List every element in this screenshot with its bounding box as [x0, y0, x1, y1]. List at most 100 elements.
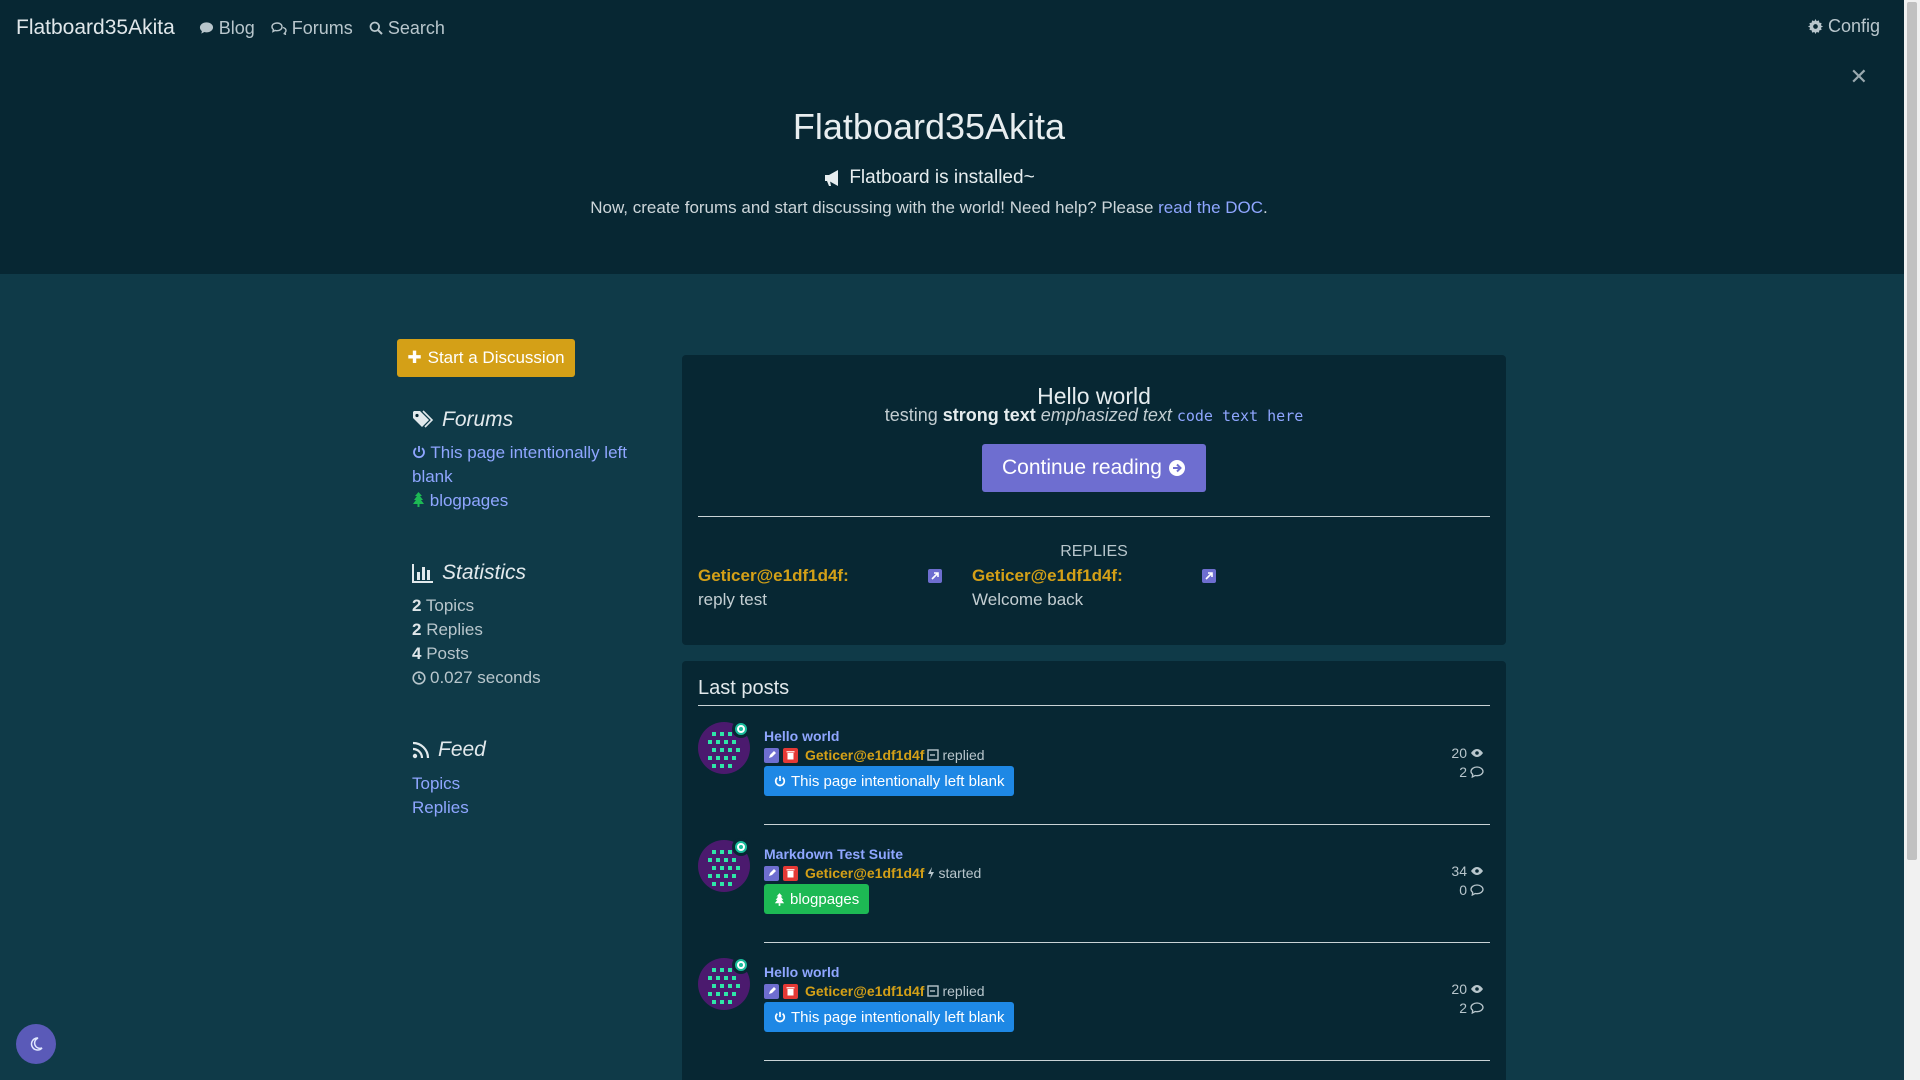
reply-count: 2: [1459, 764, 1484, 780]
power-icon: [774, 775, 786, 787]
divider: [764, 1060, 1490, 1061]
moon-icon: [30, 1037, 43, 1051]
view-count-value: 20: [1451, 981, 1467, 997]
comment-icon: [1470, 1002, 1484, 1014]
doc-link[interactable]: read the DOC: [1158, 198, 1263, 217]
post-author[interactable]: Geticer@e1df1d4f: [805, 747, 924, 763]
tree-icon: [774, 892, 785, 906]
nav-search[interactable]: Search: [369, 18, 445, 39]
navbar: Flatboard35Akita Blog Forums Search Conf…: [0, 0, 1904, 56]
stat-time: 0.027 seconds: [412, 668, 541, 688]
continue-reading-button[interactable]: Continue reading: [982, 444, 1206, 492]
forum-tag[interactable]: This page intentionally left blank: [764, 766, 1015, 796]
eye-icon: [1471, 749, 1483, 757]
view-count: 20: [1451, 745, 1484, 761]
external-link-icon[interactable]: [1202, 569, 1216, 583]
edit-icon: [764, 865, 779, 881]
start-discussion-button[interactable]: ✚ Start a Discussion: [397, 339, 575, 377]
post-link[interactable]: Hello world: [764, 728, 839, 744]
hero-title: Flatboard35Akita: [792, 106, 1066, 147]
forum-tag[interactable]: blogpages: [764, 884, 870, 914]
feed-link-replies[interactable]: Replies: [412, 796, 469, 820]
post-excerpt-em: emphasized text: [1035, 405, 1177, 425]
external-link-icon[interactable]: [928, 569, 942, 583]
hero-text-main: Now, create forums and start discussing …: [590, 198, 1159, 217]
view-count: 34: [1451, 863, 1484, 879]
reply-icon: [927, 985, 940, 997]
view-count-value: 34: [1451, 863, 1467, 879]
reply-text: reply test: [698, 590, 767, 609]
hero-text: Now, create forums and start discussing …: [0, 198, 1858, 218]
eye-icon: [1471, 867, 1483, 875]
list-item: Hello world Geticer@e1df1d4f replied Thi…: [698, 720, 1490, 840]
reply-count-value: 2: [1459, 764, 1467, 780]
scrollbar[interactable]: [1904, 0, 1920, 1080]
online-status-icon: [732, 720, 750, 738]
divider: [764, 942, 1490, 943]
last-posts-heading: Last posts: [698, 677, 790, 699]
replies-heading: REPLIES: [1060, 543, 1128, 560]
list-item: Hello world Geticer@e1df1d4f replied Thi…: [698, 956, 1490, 1076]
start-discussion-label: Start a Discussion: [427, 348, 565, 367]
stat-time-label: 0.027 seconds: [430, 668, 541, 687]
reply-count: 0: [1459, 882, 1484, 898]
stat-topics: 2 Topics: [412, 596, 474, 616]
nav-config-label: Config: [1827, 16, 1880, 36]
scrollbar-thumb[interactable]: [1907, 2, 1917, 860]
power-icon: [774, 1011, 786, 1023]
reply-count-value: 0: [1459, 882, 1467, 898]
hero-text-end: .: [1263, 198, 1268, 217]
reply-author[interactable]: Geticer@e1df1d4f:: [698, 566, 849, 586]
feed-link-topics[interactable]: Topics: [412, 772, 460, 796]
hero-banner: Flatboard35Akita Blog Forums Search Conf…: [0, 0, 1904, 274]
nav-config[interactable]: Config: [1807, 16, 1880, 37]
nav-forums[interactable]: Forums: [271, 18, 353, 39]
forum-tag-label: This page intentionally left blank: [791, 1008, 1005, 1026]
online-status-icon: [732, 956, 750, 974]
nav-search-label: Search: [387, 17, 445, 38]
post-meta: Geticer@e1df1d4f replied: [764, 983, 985, 999]
continue-reading-label: Continue reading: [1002, 456, 1162, 479]
comment-icon: [199, 22, 213, 34]
rss-icon: [412, 741, 430, 759]
feed-heading: Feed: [412, 738, 486, 762]
post-link[interactable]: Markdown Test Suite: [764, 846, 903, 862]
brand-link[interactable]: Flatboard35Akita: [16, 16, 175, 40]
close-icon[interactable]: ✕: [1850, 64, 1868, 90]
search-icon: [369, 21, 383, 35]
forum-link-blank[interactable]: This page intentionally left blank: [412, 441, 642, 489]
post-excerpt-code: code text here: [1176, 407, 1304, 425]
reply-author[interactable]: Geticer@e1df1d4f:: [972, 566, 1123, 586]
post-meta: Geticer@e1df1d4f started: [764, 865, 981, 881]
bullhorn-icon: [825, 170, 839, 186]
forum-link-blank-label: This page intentionally left blank: [412, 443, 627, 486]
comments-icon: [271, 22, 287, 35]
plus-icon: ✚: [407, 348, 422, 367]
post-author[interactable]: Geticer@e1df1d4f: [805, 983, 924, 999]
post-link[interactable]: Hello world: [764, 964, 839, 980]
post-excerpt: testing strong text emphasized text code…: [682, 405, 1506, 426]
reply-text: Welcome back: [972, 590, 1084, 609]
eye-icon: [1471, 985, 1483, 993]
gear-icon: [1807, 19, 1823, 34]
bar-chart-icon: [412, 564, 433, 583]
reply-icon: [927, 749, 940, 761]
forum-tag[interactable]: This page intentionally left blank: [764, 1002, 1015, 1032]
comment-icon: [1470, 884, 1484, 896]
nav-blog[interactable]: Blog: [199, 18, 255, 39]
reply-count-value: 2: [1459, 1000, 1467, 1016]
trash-icon: [783, 983, 798, 999]
trash-icon: [783, 747, 798, 763]
statistics-heading: Statistics: [412, 561, 526, 585]
list-item: Markdown Test Suite Geticer@e1df1d4f sta…: [698, 838, 1490, 958]
feed-heading-label: Feed: [438, 738, 486, 761]
theme-toggle-button[interactable]: [16, 1024, 56, 1064]
post-author[interactable]: Geticer@e1df1d4f: [805, 865, 924, 881]
divider: [698, 705, 1490, 706]
divider: [764, 824, 1490, 825]
hero-subtitle: Flatboard is installed~: [849, 167, 1035, 188]
tree-icon: [413, 492, 424, 507]
forum-link-blogpages[interactable]: blogpages: [412, 489, 508, 513]
stat-topics-label: Topics: [421, 596, 475, 615]
statistics-heading-label: Statistics: [442, 561, 527, 584]
